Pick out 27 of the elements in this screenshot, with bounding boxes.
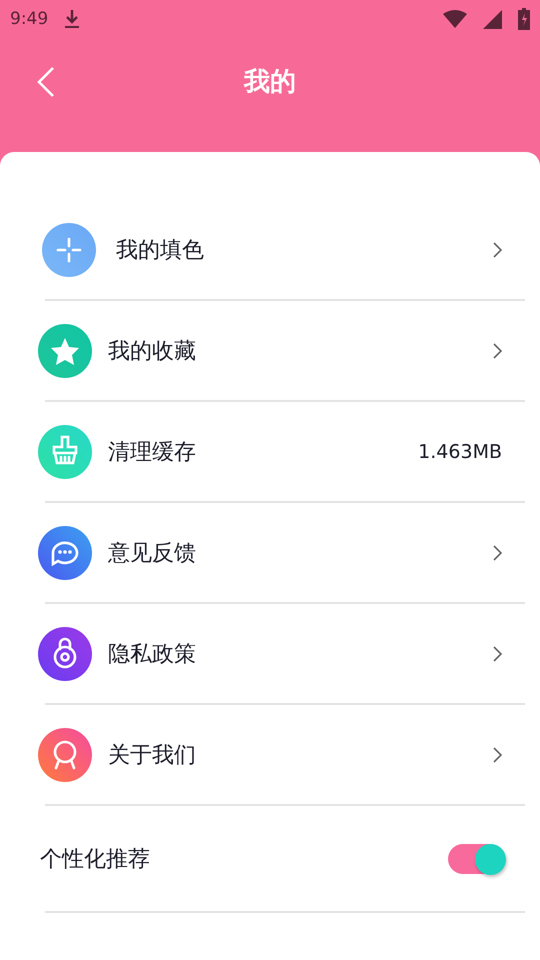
menu-label[interactable]: 意见反馈 xyxy=(108,538,493,568)
menu-label[interactable]: 我的收藏 xyxy=(108,336,493,366)
download-icon xyxy=(64,9,80,29)
chevron-icon xyxy=(493,242,502,258)
menu-icon xyxy=(42,222,96,276)
menu-label[interactable]: 清理缓存 xyxy=(108,436,418,466)
menu-label[interactable]: 我的填色 xyxy=(116,234,493,264)
signal-icon xyxy=(483,10,502,28)
wifi-icon xyxy=(443,10,467,28)
menu-label[interactable]: 关于我们 xyxy=(108,740,493,770)
menu-icon xyxy=(38,626,92,680)
status-time: 9:49 xyxy=(10,9,48,29)
recommend-switch[interactable] xyxy=(448,844,504,874)
back-icon[interactable] xyxy=(36,66,56,98)
menu-icon xyxy=(38,324,92,378)
chevron-icon xyxy=(493,342,502,358)
chevron-icon xyxy=(493,746,502,762)
chevron-icon xyxy=(493,646,502,662)
cache-size: 1.463MB xyxy=(418,440,502,462)
menu-icon xyxy=(38,424,92,478)
page-title: 我的 xyxy=(244,66,296,98)
menu-label[interactable]: 隐私政策 xyxy=(108,638,493,668)
menu-icon xyxy=(38,728,92,782)
chevron-icon xyxy=(493,544,502,560)
recommend-label: 个性化推荐 xyxy=(40,846,151,874)
menu-icon xyxy=(38,526,92,580)
battery-icon xyxy=(518,8,530,30)
